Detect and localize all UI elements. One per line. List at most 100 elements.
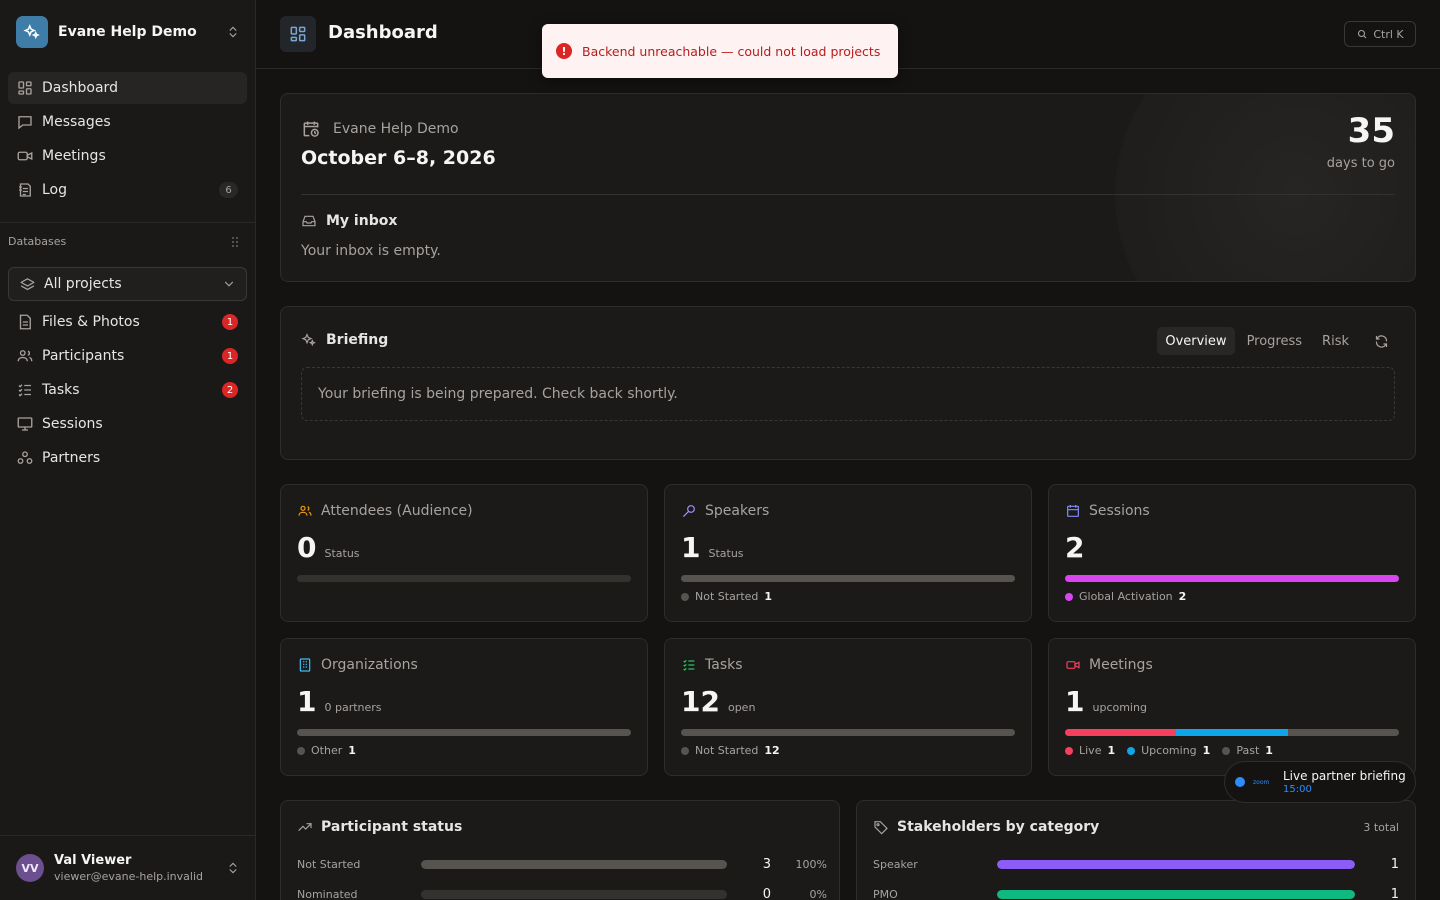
card-header: Participant status [297, 819, 462, 835]
stat-value: 1 [681, 531, 701, 564]
event-name: Evane Help Demo [333, 121, 459, 137]
stat-title: Sessions [1089, 503, 1150, 519]
stat-subtitle: upcoming [1092, 701, 1147, 714]
stat-card-organizations[interactable]: Organizations 1 0 partners Other 1 [280, 638, 648, 776]
card-title: Stakeholders by category [897, 819, 1100, 835]
stat-value: 0 [297, 531, 317, 564]
notification-badge: 2 [222, 382, 238, 398]
row-percent: 0% [809, 887, 827, 900]
page-title: Dashboard [328, 22, 438, 43]
calendar-clock-icon [301, 119, 321, 139]
sidebar-item-tasks[interactable]: Tasks 2 [8, 374, 247, 406]
event-dates: October 6–8, 2026 [301, 147, 496, 169]
nav-item-dashboard[interactable]: Dashboard [8, 72, 247, 104]
meeting-title: Live partner briefing [1283, 769, 1406, 783]
participant-status-card: Participant status Not Started 3 100% No… [280, 800, 840, 900]
search-button[interactable]: Ctrl K [1344, 21, 1416, 47]
stat-legend: Live 1 Upcoming 1 Past 1 [1065, 744, 1273, 757]
briefing-header: Briefing [301, 332, 388, 348]
row-value: 3 [762, 856, 771, 872]
row-bar-fill [997, 889, 1355, 899]
stat-title: Meetings [1089, 657, 1153, 673]
sidebar-item-partners[interactable]: Partners [8, 442, 247, 474]
stat-title: Speakers [705, 503, 770, 519]
tab-risk[interactable]: Risk [1314, 327, 1357, 355]
legend-label: Not Started [695, 744, 759, 757]
row-value: 1 [1390, 886, 1399, 900]
divider [301, 194, 1395, 195]
stat-card-meetings[interactable]: Meetings 1 upcoming Live 1 Upcoming 1 Past 1 [1048, 638, 1416, 776]
inbox-empty-text: Your inbox is empty. [301, 243, 441, 259]
stat-title: Tasks [705, 657, 743, 673]
row-bar-fill [421, 859, 727, 869]
user-meta: Val Viewer viewer@evane-help.invalid [54, 853, 226, 883]
briefing-placeholder: Your briefing is being prepared. Check b… [301, 367, 1395, 421]
log-icon [16, 181, 34, 199]
legend-value: 1 [1265, 744, 1273, 757]
legend-label: Upcoming [1141, 744, 1197, 757]
user-menu[interactable]: VV Val Viewer viewer@evane-help.invalid [16, 848, 240, 888]
live-meeting-pill[interactable]: zoom Live partner briefing 15:00 [1224, 761, 1416, 803]
stat-value-row: 1 Status [681, 531, 744, 564]
legend-label: Not Started [695, 590, 759, 603]
stat-title: Attendees (Audience) [321, 503, 473, 519]
stat-legend: Global Activation 2 [1065, 590, 1186, 603]
trending-up-icon [297, 819, 313, 835]
file-icon [16, 313, 34, 331]
layers-icon [19, 276, 36, 293]
project-select[interactable]: All projects [8, 267, 247, 301]
legend-dot [681, 592, 689, 601]
stat-value: 1 [1065, 685, 1085, 718]
drag-handle-icon[interactable] [230, 236, 240, 248]
nav-item-meetings[interactable]: Meetings [8, 140, 247, 172]
project-select-value: All projects [44, 276, 122, 292]
stat-header: Sessions [1065, 503, 1150, 519]
stat-value-row: 1 0 partners [297, 685, 382, 718]
dashboard-icon [16, 79, 34, 97]
audience-icon [297, 503, 313, 519]
legend-dot [1222, 746, 1231, 755]
mic-icon [681, 503, 697, 519]
divider [0, 835, 255, 836]
tab-overview[interactable]: Overview [1157, 327, 1235, 355]
bar-segment [297, 729, 631, 736]
legend-value: 12 [764, 744, 780, 757]
partners-icon [16, 449, 34, 467]
search-shortcut: Ctrl K [1373, 27, 1404, 41]
card-title: Participant status [321, 819, 463, 835]
legend-value: 1 [1107, 744, 1116, 757]
row-bar-track [997, 859, 1355, 869]
stat-value-row: 1 upcoming [1065, 685, 1147, 718]
video-camera-icon [1065, 657, 1081, 673]
zoom-logo: zoom [1253, 778, 1270, 786]
legend-label: Global Activation [1079, 590, 1173, 603]
sidebar-item-participants[interactable]: Participants 1 [8, 340, 247, 372]
sidebar-item-files-photos[interactable]: Files & Photos 1 [8, 306, 247, 338]
nav-item-messages[interactable]: Messages [8, 106, 247, 138]
refresh-button[interactable] [1367, 327, 1395, 355]
legend-item: Global Activation 2 [1065, 590, 1186, 603]
bar-segment [1065, 575, 1399, 582]
workspace-switcher[interactable]: Evane Help Demo [16, 16, 240, 48]
legend-value: 1 [348, 744, 356, 757]
stat-card-speakers[interactable]: Speakers 1 Status Not Started 1 [664, 484, 1032, 622]
status-row: Nominated 0 0% [297, 887, 827, 900]
countdown-value: 35 [1347, 111, 1395, 151]
stat-card-attendees[interactable]: Attendees (Audience) 0 Status [280, 484, 648, 622]
stakeholders-total: 3 total [1363, 821, 1399, 834]
notification-badge: 1 [222, 314, 238, 330]
briefing-tabs: Overview Progress Risk [1157, 327, 1395, 355]
stat-value: 1 [297, 685, 317, 718]
stat-legend: Not Started 12 [681, 744, 780, 757]
stat-card-tasks[interactable]: Tasks 12 open Not Started 12 [664, 638, 1032, 776]
nav-label: Meetings [42, 148, 106, 164]
sidebar-item-sessions[interactable]: Sessions [8, 408, 247, 440]
video-icon [16, 147, 34, 165]
briefing-title: Briefing [326, 332, 389, 348]
tab-progress[interactable]: Progress [1239, 327, 1310, 355]
nav-item-log[interactable]: Log 6 [8, 174, 247, 206]
sidebar-item-label: Partners [42, 450, 101, 466]
chevron-updown-icon [226, 25, 240, 39]
stat-card-sessions[interactable]: Sessions 2 Global Activation 2 [1048, 484, 1416, 622]
meeting-meta: Live partner briefing 15:00 [1283, 769, 1406, 795]
